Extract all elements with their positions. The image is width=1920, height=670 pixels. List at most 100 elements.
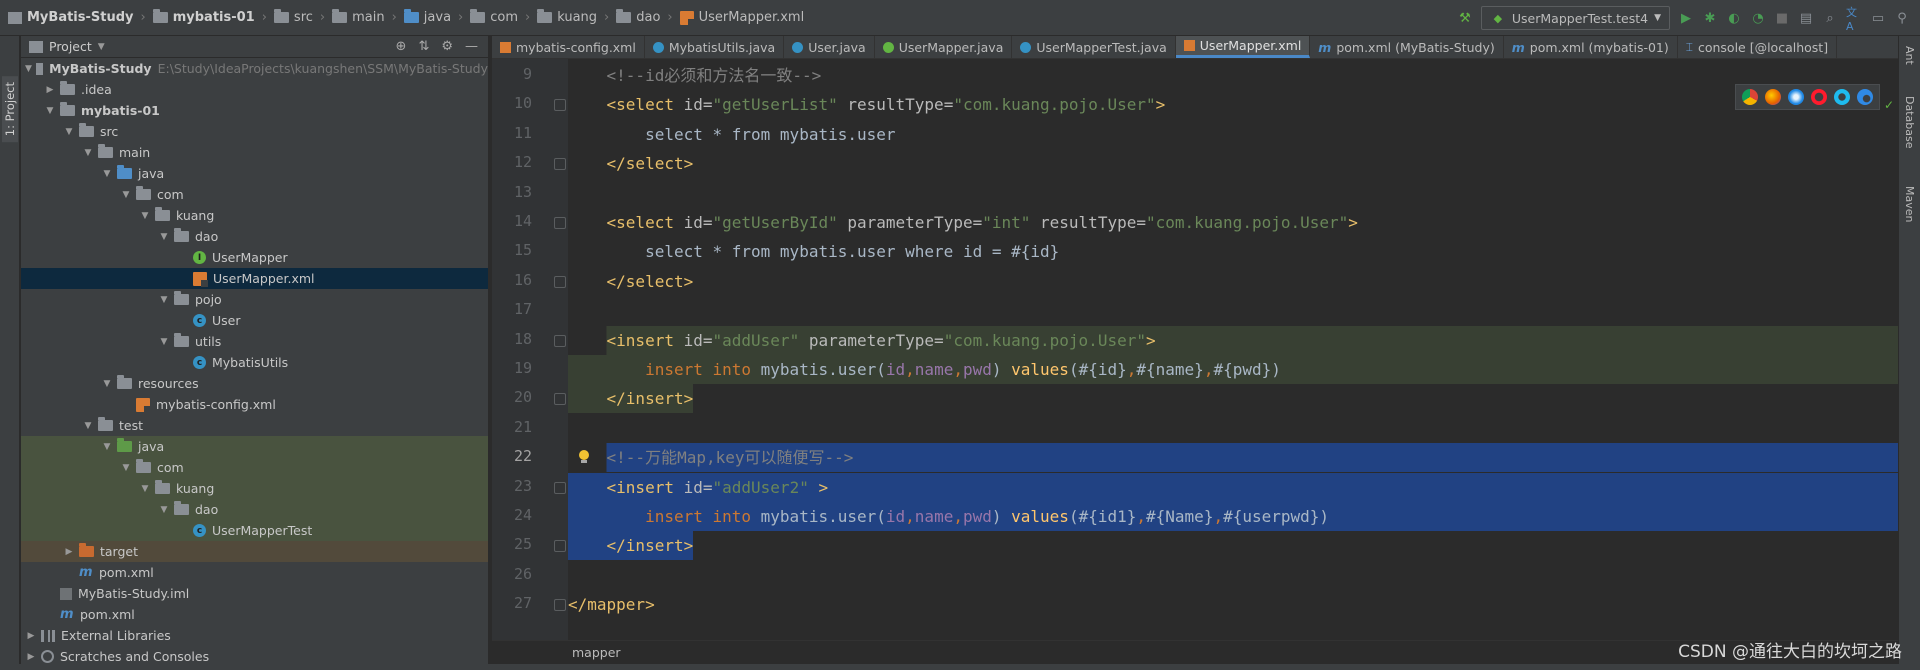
tree-item[interactable]: ▼ mybatis-01	[21, 100, 488, 121]
code-line[interactable]: <!--id必须和方法名一致-->	[568, 61, 1910, 90]
stop-icon[interactable]: ■	[1774, 10, 1790, 26]
code-line[interactable]: select * from mybatis.user where id = #{…	[568, 237, 1910, 266]
code-line[interactable]: </mapper>	[568, 590, 1910, 619]
edge-icon[interactable]	[1857, 89, 1873, 105]
collapse-all-icon[interactable]: ⇅	[418, 39, 429, 54]
chevron-down-icon[interactable]: ▼	[82, 420, 94, 432]
fold-marker-icon[interactable]	[554, 540, 566, 553]
chevron-down-icon[interactable]: ▼	[158, 231, 170, 243]
code-line[interactable]: <select id="getUserById" parameterType="…	[568, 208, 1910, 237]
database-tool-tab[interactable]: Database	[1903, 96, 1916, 149]
gear-icon[interactable]: ⚙	[441, 39, 453, 54]
lightbulb-icon[interactable]	[578, 450, 590, 465]
tree-item[interactable]: ▼ utils	[21, 331, 488, 352]
editor-tab[interactable]: User.java	[784, 36, 875, 58]
code-line[interactable]	[568, 561, 1910, 590]
chevron-down-icon[interactable]: ▼	[101, 378, 113, 390]
chevron-right-icon[interactable]: ▶	[25, 651, 37, 663]
editor-tab[interactable]: MybatisUtils.java	[645, 36, 785, 58]
tree-item[interactable]: c UserMapperTest	[21, 520, 488, 541]
chevron-down-icon[interactable]: ▼	[158, 504, 170, 516]
tree-item[interactable]: ▼ pojo	[21, 289, 488, 310]
code-line[interactable]: </insert>	[568, 384, 1910, 414]
ie-icon[interactable]	[1834, 89, 1850, 105]
inspection-ok-icon[interactable]: ✓	[1884, 98, 1894, 112]
tree-item[interactable]: ▼ MyBatis-Study E:\Study\IdeaProjects\kuan…	[21, 58, 488, 79]
tree-item[interactable]: mybatis-config.xml	[21, 394, 488, 415]
tree-item[interactable]: ▶ External Libraries	[21, 625, 488, 646]
tree-item[interactable]: MyBatis-Study.iml	[21, 583, 488, 604]
chevron-down-icon[interactable]: ▼	[82, 147, 94, 159]
coverage-icon[interactable]: ◐	[1726, 10, 1742, 26]
breadcrumb-item[interactable]: com	[470, 0, 518, 36]
tree-item[interactable]: ▼ test	[21, 415, 488, 436]
tree-item[interactable]: ▼ com	[21, 457, 488, 478]
tree-item[interactable]: ▼ kuang	[21, 205, 488, 226]
code-line[interactable]: insert into mybatis.user(id,name,pwd) va…	[568, 355, 1910, 384]
chevron-down-icon[interactable]: ▼	[25, 63, 32, 75]
breadcrumb-item[interactable]: mybatis-01	[152, 0, 255, 36]
code-line[interactable]: <!--万能Map,key可以随便写-->	[568, 443, 1910, 473]
editor-tab[interactable]: UserMapper.xml	[1175, 36, 1311, 58]
chevron-right-icon[interactable]: ▶	[63, 546, 75, 558]
fold-marker-icon[interactable]	[554, 481, 566, 494]
ant-tool-tab[interactable]: Ant	[1903, 46, 1916, 65]
code-line[interactable]	[568, 414, 1910, 443]
fold-marker-icon[interactable]	[554, 275, 566, 288]
chevron-down-icon[interactable]: ▼	[101, 441, 113, 453]
search-everywhere-icon[interactable]: ⌕	[1822, 10, 1838, 26]
tree-item[interactable]: ▶ target	[21, 541, 488, 562]
tree-item[interactable]: ▼ dao	[21, 499, 488, 520]
profile-icon[interactable]: ◔	[1750, 10, 1766, 26]
tree-item[interactable]: ▼ src	[21, 121, 488, 142]
run-icon[interactable]: ▶	[1678, 10, 1694, 26]
fold-marker-icon[interactable]	[554, 599, 566, 612]
safari-icon[interactable]	[1788, 89, 1804, 105]
chevron-down-icon[interactable]: ▼	[158, 336, 170, 348]
code-line[interactable]: <insert id="addUser" parameterType="com.…	[568, 325, 1910, 355]
chevron-down-icon[interactable]: ▼	[63, 126, 75, 138]
code-line[interactable]: select * from mybatis.user	[568, 120, 1910, 149]
fold-marker-icon[interactable]	[554, 99, 566, 112]
breadcrumb-item[interactable]: main	[332, 0, 385, 36]
chevron-down-icon[interactable]: ▼	[120, 462, 132, 474]
chrome-icon[interactable]	[1742, 89, 1758, 105]
tree-item[interactable]: ▼ java	[21, 436, 488, 457]
build-hammer-icon[interactable]: ⚒	[1457, 10, 1473, 26]
firefox-icon[interactable]	[1765, 89, 1781, 105]
project-panel-title[interactable]: Project	[49, 39, 92, 54]
fold-marker-icon[interactable]	[554, 393, 566, 406]
xml-breadcrumb[interactable]: mapper	[572, 645, 621, 660]
editor-tab[interactable]: m pom.xml (mybatis-01)	[1504, 36, 1678, 58]
code-line[interactable]: <select id="getUserList" resultType="com…	[568, 90, 1910, 119]
code-line[interactable]	[568, 296, 1910, 325]
tree-item[interactable]: UserMapper.xml	[21, 268, 488, 289]
breadcrumb-item[interactable]: java	[403, 0, 451, 36]
chevron-down-icon[interactable]: ▼	[120, 189, 132, 201]
code-line[interactable]: <insert id="addUser2" >	[568, 472, 1910, 502]
tree-item[interactable]: I UserMapper	[21, 247, 488, 268]
tree-item[interactable]: c User	[21, 310, 488, 331]
fold-marker-icon[interactable]	[554, 334, 566, 347]
chevron-right-icon[interactable]: ▶	[44, 84, 56, 96]
tree-item[interactable]: ▼ dao	[21, 226, 488, 247]
chevron-down-icon[interactable]: ▼	[101, 168, 113, 180]
breadcrumb-item[interactable]: src	[273, 0, 313, 36]
tree-item[interactable]: ▼ main	[21, 142, 488, 163]
code-line[interactable]: insert into mybatis.user(id,name,pwd) va…	[568, 502, 1910, 531]
code-line[interactable]	[568, 179, 1910, 208]
maven-tool-tab[interactable]: Maven	[1903, 186, 1916, 222]
tree-item[interactable]: m pom.xml	[21, 562, 488, 583]
fold-marker-icon[interactable]	[554, 217, 566, 229]
run-configuration-select[interactable]: ◆ UserMapperTest.test4 ▼	[1480, 6, 1670, 30]
code-line[interactable]: </insert>	[568, 531, 1910, 561]
breadcrumb-item[interactable]: kuang	[537, 0, 597, 36]
editor-tab[interactable]: mybatis-config.xml	[492, 36, 645, 58]
chevron-down-icon[interactable]: ▼	[98, 42, 105, 52]
code-editor[interactable]: <!--id必须和方法名一致--> <select id="getUserLis…	[568, 59, 1910, 647]
project-tool-tab[interactable]: 1: Project	[2, 76, 18, 143]
editor-tab[interactable]: UserMapperTest.java	[1012, 36, 1176, 58]
tree-item[interactable]: ▼ java	[21, 163, 488, 184]
translate-icon[interactable]: 文A	[1846, 6, 1862, 33]
editor-tab[interactable]: m pom.xml (MyBatis-Study)	[1310, 36, 1504, 58]
